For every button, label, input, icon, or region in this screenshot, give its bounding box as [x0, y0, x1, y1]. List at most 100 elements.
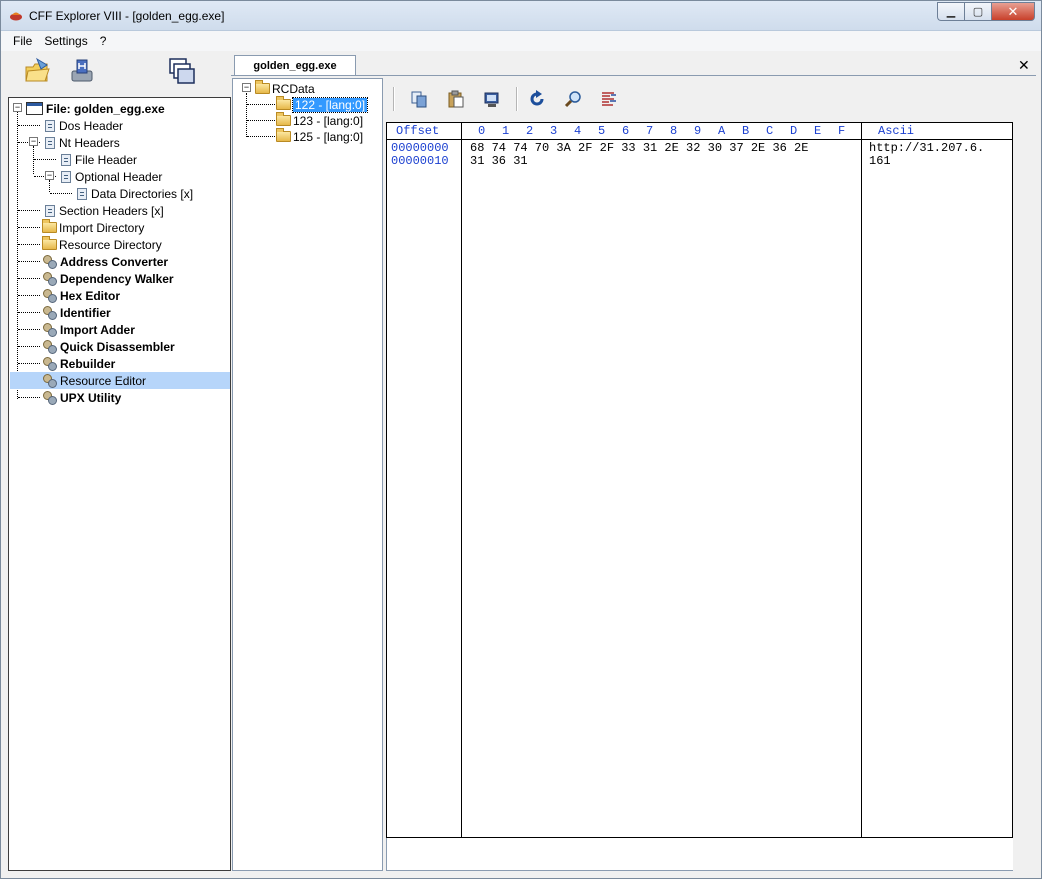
tab-divider: [231, 75, 1036, 76]
close-tab-icon[interactable]: ✕: [1018, 57, 1030, 74]
gears-icon: [42, 288, 58, 304]
tree-item-file-header[interactable]: File Header: [58, 151, 137, 168]
tree-connector: [17, 112, 18, 399]
tree-item-label: Dos Header: [59, 118, 124, 133]
hex-col-4: 4: [574, 124, 582, 138]
ascii-header: Ascii: [878, 124, 915, 138]
copy-icon[interactable]: [410, 90, 428, 108]
tree-item-upx-utility[interactable]: UPX Utility: [42, 389, 121, 406]
gears-icon: [42, 339, 58, 355]
tree-item-dos-header[interactable]: Dos Header: [42, 117, 123, 134]
collapse-nt-headers-button[interactable]: −: [29, 137, 38, 146]
resource-item-label: 125 - [lang:0]: [293, 129, 364, 144]
toolbar-separator: [516, 87, 518, 111]
tree-item-section-headers[interactable]: Section Headers [x]: [42, 202, 164, 219]
tree-item-label: Nt Headers: [59, 135, 120, 150]
hex-col-f: F: [838, 124, 846, 138]
app-icon: [10, 12, 22, 21]
toolbar-separator: [393, 87, 395, 111]
window-title: CFF Explorer VIII - [golden_egg.exe]: [29, 9, 225, 23]
resource-item-123[interactable]: 123 - [lang:0]: [276, 112, 363, 129]
hex-col-b: B: [742, 124, 750, 138]
hex-col-d: D: [790, 124, 798, 138]
tree-item-rebuilder[interactable]: Rebuilder: [42, 355, 115, 372]
save-icon[interactable]: [68, 57, 96, 85]
hex-editor[interactable]: Offset 0 1 2 3 4 5 6 7 8 9 A B C D E F A…: [386, 122, 1013, 838]
tree-connector: [18, 125, 40, 126]
tree-item-nt-headers[interactable]: Nt Headers: [42, 134, 120, 151]
tree-root-file[interactable]: File: golden_egg.exe: [26, 100, 165, 117]
folder-icon: [276, 112, 291, 126]
windows-icon[interactable]: [168, 57, 196, 87]
hex-col-1: 1: [502, 124, 510, 138]
replace-icon[interactable]: [483, 90, 501, 108]
folder-icon: [276, 96, 291, 110]
tree-connector: [18, 397, 40, 398]
tree-item-resource-directory[interactable]: Resource Directory: [42, 236, 162, 253]
tree-item-label: Data Directories [x]: [91, 186, 194, 201]
folder-icon: [42, 236, 57, 250]
open-icon[interactable]: [23, 57, 51, 85]
tree-connector: [18, 363, 40, 364]
tree-item-optional-header[interactable]: Optional Header: [58, 168, 162, 185]
gears-icon: [42, 390, 58, 406]
collapse-root-button[interactable]: −: [13, 103, 22, 112]
hex-status-area: [386, 838, 1013, 871]
paste-icon[interactable]: [447, 90, 465, 108]
tree-item-label: Resource Editor: [60, 373, 147, 388]
collapse-optional-header-button[interactable]: −: [45, 171, 54, 180]
tree-item-data-directories[interactable]: Data Directories [x]: [74, 185, 193, 202]
tab-golden-egg[interactable]: golden_egg.exe: [234, 55, 356, 76]
resource-item-125[interactable]: 125 - [lang:0]: [276, 128, 363, 145]
tree-item-hex-editor[interactable]: Hex Editor: [42, 287, 120, 304]
search-icon[interactable]: [564, 90, 582, 108]
tree-connector: [18, 329, 40, 330]
menu-file[interactable]: File: [7, 34, 38, 48]
row-bytes[interactable]: 31 36 31: [470, 155, 528, 168]
tree-item-resource-editor[interactable]: Resource Editor: [10, 372, 230, 389]
tree-connector: [247, 120, 277, 121]
gears-icon: [42, 305, 58, 321]
app-window: CFF Explorer VIII - [golden_egg.exe] ▁ ▢…: [0, 0, 1042, 879]
tree-item-label: Dependency Walker: [60, 271, 174, 286]
tree-item-import-adder[interactable]: Import Adder: [42, 321, 135, 338]
resource-item-label: 122 - [lang:0]: [291, 96, 369, 113]
folder-icon: [42, 219, 57, 233]
resource-tree-panel: − RCData 122 - [lang:0] 123 - [lang:0] 1…: [232, 78, 383, 871]
resource-root-rcdata[interactable]: RCData: [255, 80, 315, 97]
menu-help[interactable]: ?: [94, 34, 113, 48]
tree-connector: [18, 210, 40, 211]
menu-settings[interactable]: Settings: [38, 34, 93, 48]
hex-col-c: C: [766, 124, 774, 138]
document-icon: [45, 119, 55, 132]
tree-item-quick-disassembler[interactable]: Quick Disassembler: [42, 338, 175, 355]
tree-connector: [18, 346, 40, 347]
gears-icon: [42, 356, 58, 372]
tree-item-import-directory[interactable]: Import Directory: [42, 219, 144, 236]
refresh-icon[interactable]: [528, 90, 546, 108]
hex-col-9: 9: [694, 124, 702, 138]
maximize-button[interactable]: ▢: [964, 2, 991, 21]
tree-item-address-converter[interactable]: Address Converter: [42, 253, 168, 270]
tree-item-label: Quick Disassembler: [60, 339, 175, 354]
window-controls: ▁ ▢ ✕: [937, 2, 1035, 21]
row-ascii[interactable]: 161: [869, 155, 891, 168]
gears-icon: [42, 271, 58, 287]
collapse-rcdata-button[interactable]: −: [242, 83, 251, 92]
tree-item-identifier[interactable]: Identifier: [42, 304, 111, 321]
tree-connector: [18, 312, 40, 313]
resource-item-122[interactable]: 122 - [lang:0]: [276, 96, 369, 113]
hex-col-0: 0: [478, 124, 486, 138]
minimize-button[interactable]: ▁: [937, 2, 964, 21]
row-offset: 00000010: [391, 154, 449, 168]
resource-item-label: 123 - [lang:0]: [293, 113, 364, 128]
document-icon: [45, 204, 55, 217]
tree-connector: [18, 261, 40, 262]
tree-item-label: Optional Header: [75, 169, 163, 184]
offset-column-divider: [461, 123, 462, 837]
close-button[interactable]: ✕: [991, 2, 1035, 21]
tree-item-dependency-walker[interactable]: Dependency Walker: [42, 270, 174, 287]
hex-view-icon[interactable]: [600, 90, 618, 108]
title-bar[interactable]: CFF Explorer VIII - [golden_egg.exe] ▁ ▢…: [1, 1, 1041, 31]
tree-item-label: Import Directory: [59, 220, 145, 235]
